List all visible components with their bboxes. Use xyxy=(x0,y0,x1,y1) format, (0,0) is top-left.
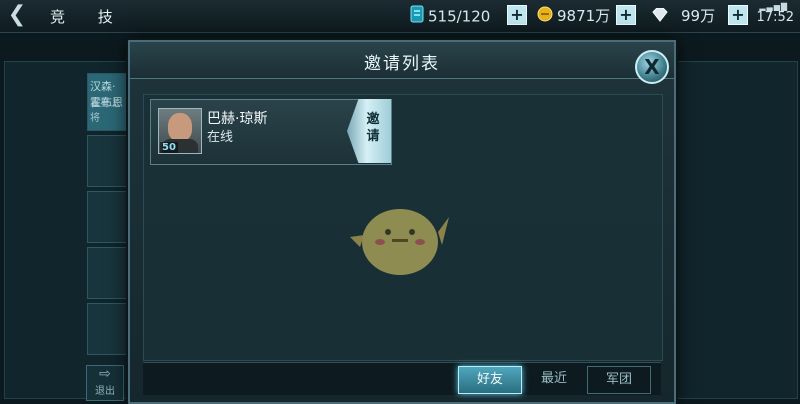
coin-icon xyxy=(537,6,553,28)
empty-mascot-icon xyxy=(350,209,449,275)
exit-button[interactable]: ⇨ 退出 xyxy=(86,365,124,401)
avatar: 50 xyxy=(158,108,202,154)
friend-name: 巴赫·琼斯 xyxy=(207,111,268,127)
coin-counter: 9871万 xyxy=(537,5,610,27)
add-coins-button[interactable]: + xyxy=(616,5,636,25)
exit-icon: ⇨ xyxy=(99,366,111,382)
friend-status: 在线 xyxy=(207,130,234,145)
add-energy-button[interactable]: + xyxy=(507,5,527,25)
bg-slot-5 xyxy=(87,303,127,355)
top-bar: ❮ 竞 技 515/120 + 9871万 + 99万 + ▂▃▅▇ 17:52 xyxy=(0,0,800,33)
diamond-value: 99万 xyxy=(681,7,716,25)
energy-icon xyxy=(410,5,424,29)
bg-slot-3 xyxy=(87,191,127,243)
diamond-counter: 99万 xyxy=(651,5,715,27)
exit-label: 退出 xyxy=(95,386,115,397)
bg-slot-1: 汉森·霍布恩 五星上将 xyxy=(87,73,127,131)
tab-recent[interactable]: 最近 xyxy=(523,366,585,392)
invite-list-dialog: 邀请列表 X 50 巴赫·琼斯 在线 邀请 好友 最近 军团 xyxy=(128,40,676,404)
screen-title: 竞 技 xyxy=(50,8,127,26)
close-icon[interactable]: X xyxy=(635,50,669,84)
dialog-header: 邀请列表 xyxy=(130,42,674,79)
bg-slot-2 xyxy=(87,135,127,187)
add-diamonds-button[interactable]: + xyxy=(728,5,748,25)
dialog-title: 邀请列表 xyxy=(364,54,440,74)
diamond-icon xyxy=(651,6,669,28)
level-badge: 50 xyxy=(160,142,178,153)
tab-bar: 好友 最近 军团 xyxy=(143,362,661,395)
bg-slot-rank: 五星上将 xyxy=(90,98,120,124)
energy-counter: 515/120 xyxy=(410,5,490,27)
bg-slot-4 xyxy=(87,247,127,299)
clock: 17:52 xyxy=(756,10,794,25)
back-arrow-icon[interactable]: ❮ xyxy=(4,4,30,28)
avatar-face xyxy=(168,113,192,141)
energy-value: 515/120 xyxy=(428,7,491,26)
tab-friends[interactable]: 好友 xyxy=(458,366,522,394)
tab-legion[interactable]: 军团 xyxy=(587,366,651,394)
coin-value: 9871万 xyxy=(557,7,611,25)
invite-label: 邀请 xyxy=(366,112,380,144)
